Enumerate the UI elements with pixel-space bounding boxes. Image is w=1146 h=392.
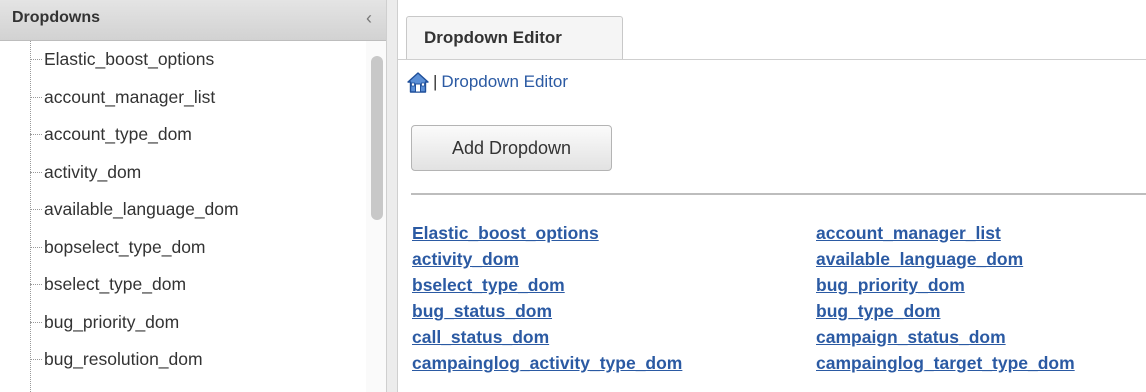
tree-item[interactable]: activity_dom [0,154,366,192]
tree-item-label: account_manager_list [44,86,216,107]
tree-connector [30,246,42,248]
dropdown-link-grid: Elastic_boost_options account_manager_lis… [412,220,1146,376]
home-icon[interactable] [406,71,430,93]
tree-connector [30,134,42,135]
dropdown-link[interactable]: bug_priority_dom [816,272,1146,298]
tree-item-label: activity_dom [44,161,142,182]
tab-strip: Dropdown Editor [398,0,1146,60]
tree-item[interactable]: account_type_dom [0,116,366,154]
tree-connector [30,96,42,98]
tree-item[interactable]: bug_priority_dom [0,304,366,342]
dropdown-link[interactable]: Elastic_boost_options [412,220,816,246]
divider [411,193,1146,195]
dropdown-link[interactable]: campaign_status_dom [816,324,1146,350]
breadcrumb-current[interactable]: Dropdown Editor [441,72,568,92]
breadcrumb-separator: | [433,72,438,91]
dropdown-link[interactable]: campainglog_activity_type_dom [412,350,816,376]
tree-item-label: available_language_dom [44,199,239,219]
tree-item-label: bug_resolution_dom [44,349,203,369]
panel-title: Dropdowns [12,9,100,26]
dropdown-link[interactable]: activity_dom [412,246,816,272]
dropdown-link[interactable]: account_manager_list [816,220,1146,246]
dropdown-tree: Elastic_boost_options account_manager_lis… [0,41,366,379]
tree-item[interactable]: available_language_dom [0,191,366,229]
panel-splitter[interactable] [386,0,398,392]
dropdown-link[interactable]: available_language_dom [816,246,1146,272]
tree-connector [30,321,42,323]
tree-item-label: bug_priority_dom [44,311,180,332]
tree-connector [30,209,42,210]
dropdown-link[interactable]: bselect_type_dom [412,272,816,298]
tree-connector [30,359,42,360]
dropdowns-panel: Dropdowns ‹ Elastic_boost_optionsaccount… [0,0,386,392]
dropdown-link[interactable]: bug_type_dom [816,298,1146,324]
tree-item[interactable]: Elastic_boost_options [0,41,366,79]
dropdown-link[interactable]: campainglog_target_type_dom [816,350,1146,376]
tree-item[interactable]: bug_resolution_dom [0,341,366,379]
scrollbar-thumb[interactable] [371,56,383,220]
tree-item-label: account_type_dom [44,124,192,144]
tree-item-label: Elastic_boost_options [44,49,215,69]
collapse-panel-button[interactable]: ‹ [366,8,372,28]
panel-header: Dropdowns ‹ [0,0,386,41]
tab-dropdown-editor[interactable]: Dropdown Editor [406,16,623,59]
dropdown-link[interactable]: bug_status_dom [412,298,816,324]
tree-item[interactable]: account_manager_list [0,79,366,117]
tree-item[interactable]: bopselect_type_dom [0,229,366,267]
tree-connector [30,59,42,60]
tree-item[interactable]: bselect_type_dom [0,266,366,304]
tree-item-label: bopselect_type_dom [44,236,206,257]
dropdown-link[interactable]: call_status_dom [412,324,816,350]
tree-connector [30,284,42,285]
breadcrumb: | Dropdown Editor [406,70,568,94]
add-dropdown-button[interactable]: Add Dropdown [411,125,612,171]
main-panel: Dropdown Editor | Dropdown Editor Add Dr… [398,0,1146,392]
tree-item-label: bselect_type_dom [44,274,187,294]
tree-connector [30,171,42,173]
